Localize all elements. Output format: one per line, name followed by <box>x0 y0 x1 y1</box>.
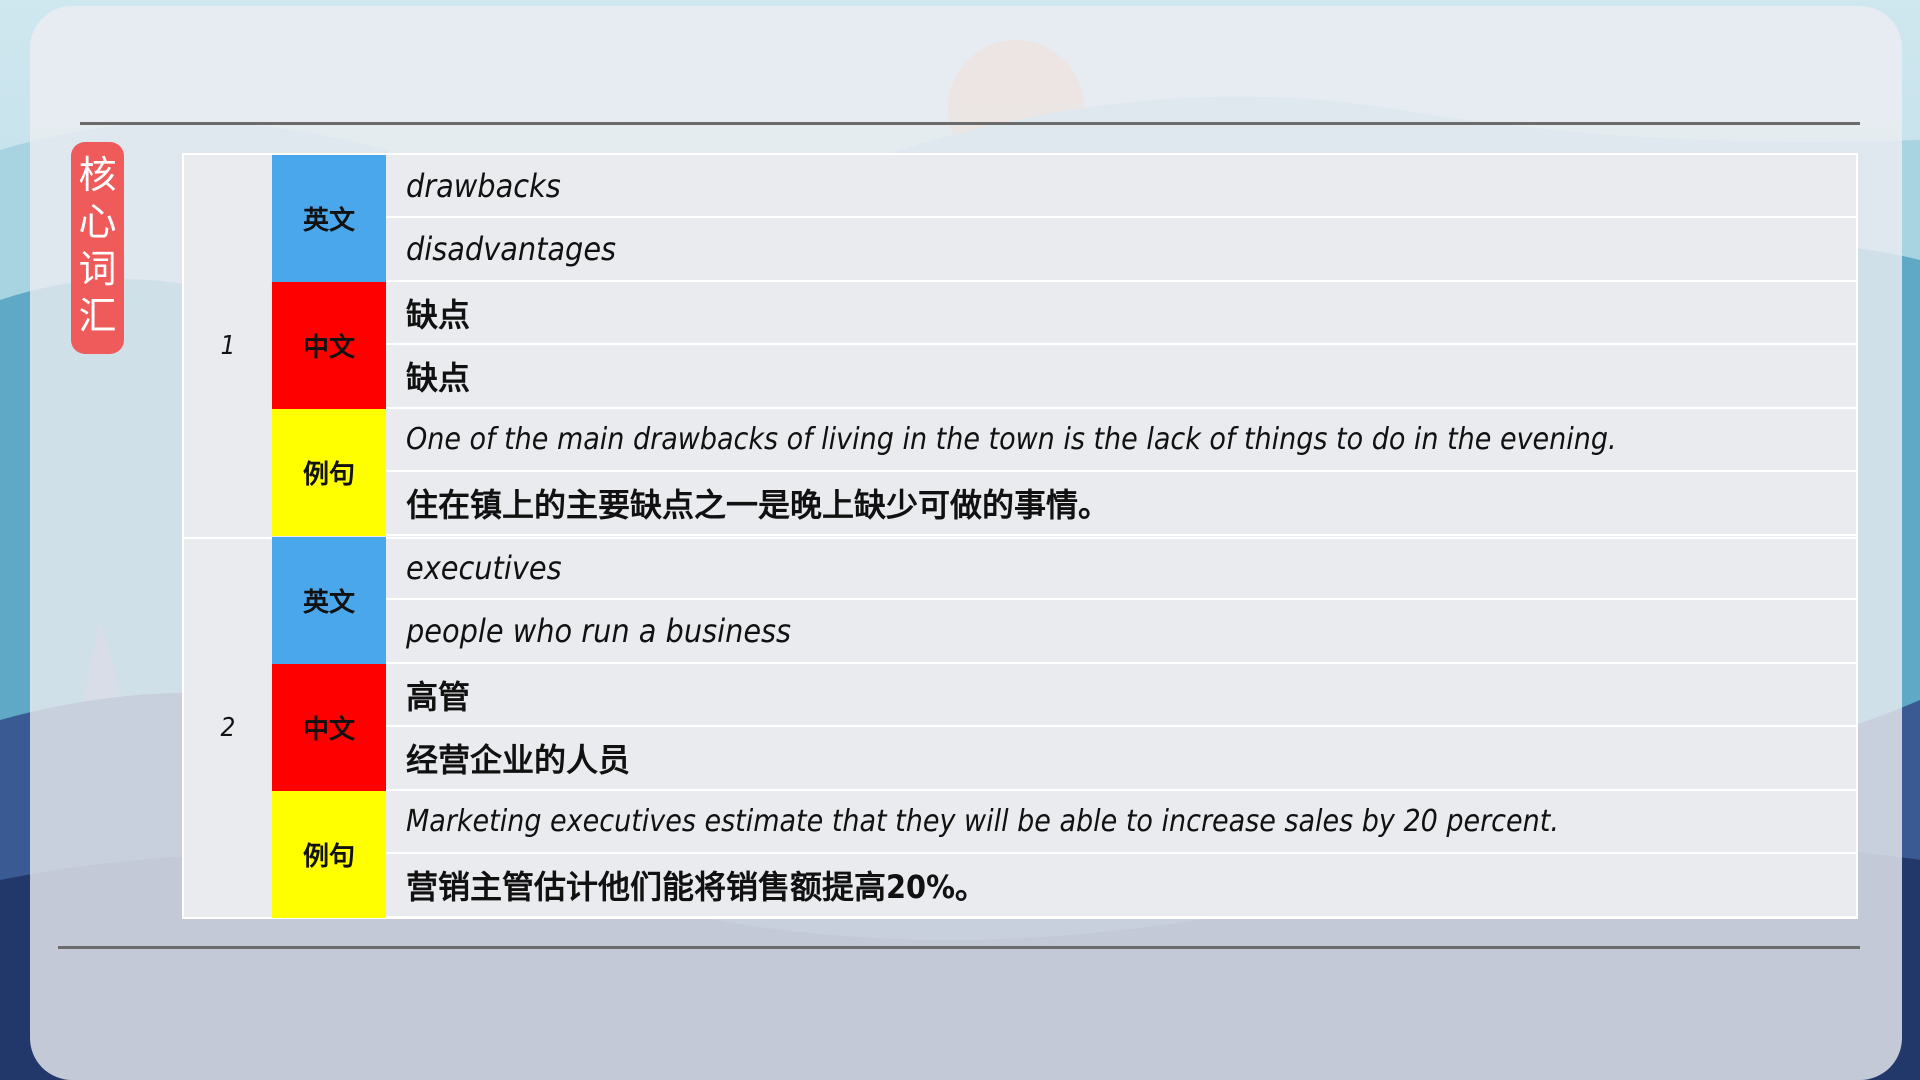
section-title-char: 心 <box>78 200 117 244</box>
bottom-divider <box>58 946 1860 949</box>
vocab-entry: 2 英文 executives people who run a busines… <box>184 537 1856 919</box>
english-term: drawbacks <box>386 155 1856 218</box>
example-sentence-english: Marketing executives estimate that they … <box>386 791 1856 854</box>
top-divider <box>80 122 1860 125</box>
entry-number: 2 <box>220 713 236 743</box>
example-group: 例句 Marketing executives estimate that th… <box>272 791 1856 918</box>
english-group: 英文 drawbacks disadvantages <box>272 155 1856 282</box>
chinese-group: 中文 高管 经营企业的人员 <box>272 664 1856 791</box>
chinese-term: 高管 <box>386 664 1856 727</box>
example-sentence-chinese: 营销主管估计他们能将销售额提高20%。 <box>386 854 1856 918</box>
entry-number: 1 <box>220 331 236 361</box>
example-sentence-english: One of the main drawbacks of living in t… <box>386 409 1856 472</box>
section-title-tag: 核 心 词 汇 <box>71 142 124 354</box>
chinese-definition: 缺点 <box>386 345 1856 409</box>
section-title-char: 汇 <box>78 294 117 338</box>
section-title-char: 词 <box>78 247 117 291</box>
english-definition: disadvantages <box>386 218 1856 282</box>
chinese-label: 中文 <box>272 664 386 791</box>
english-label: 英文 <box>272 155 386 282</box>
english-group: 英文 executives people who run a business <box>272 537 1856 664</box>
english-term: executives <box>386 537 1856 600</box>
chinese-term: 缺点 <box>386 282 1856 345</box>
chinese-definition: 经营企业的人员 <box>386 727 1856 791</box>
vocabulary-table: 1 英文 drawbacks disadvantages 中文 缺点 缺点 例句… <box>182 153 1858 919</box>
chinese-label: 中文 <box>272 282 386 409</box>
section-title-char: 核 <box>78 153 117 197</box>
vocab-entry: 1 英文 drawbacks disadvantages 中文 缺点 缺点 例句… <box>184 155 1856 539</box>
example-sentence-chinese: 住在镇上的主要缺点之一是晚上缺少可做的事情。 <box>386 472 1856 536</box>
example-label: 例句 <box>272 791 386 918</box>
english-label: 英文 <box>272 537 386 664</box>
example-group: 例句 One of the main drawbacks of living i… <box>272 409 1856 536</box>
english-definition: people who run a business <box>386 600 1856 664</box>
chinese-group: 中文 缺点 缺点 <box>272 282 1856 409</box>
example-label: 例句 <box>272 409 386 536</box>
